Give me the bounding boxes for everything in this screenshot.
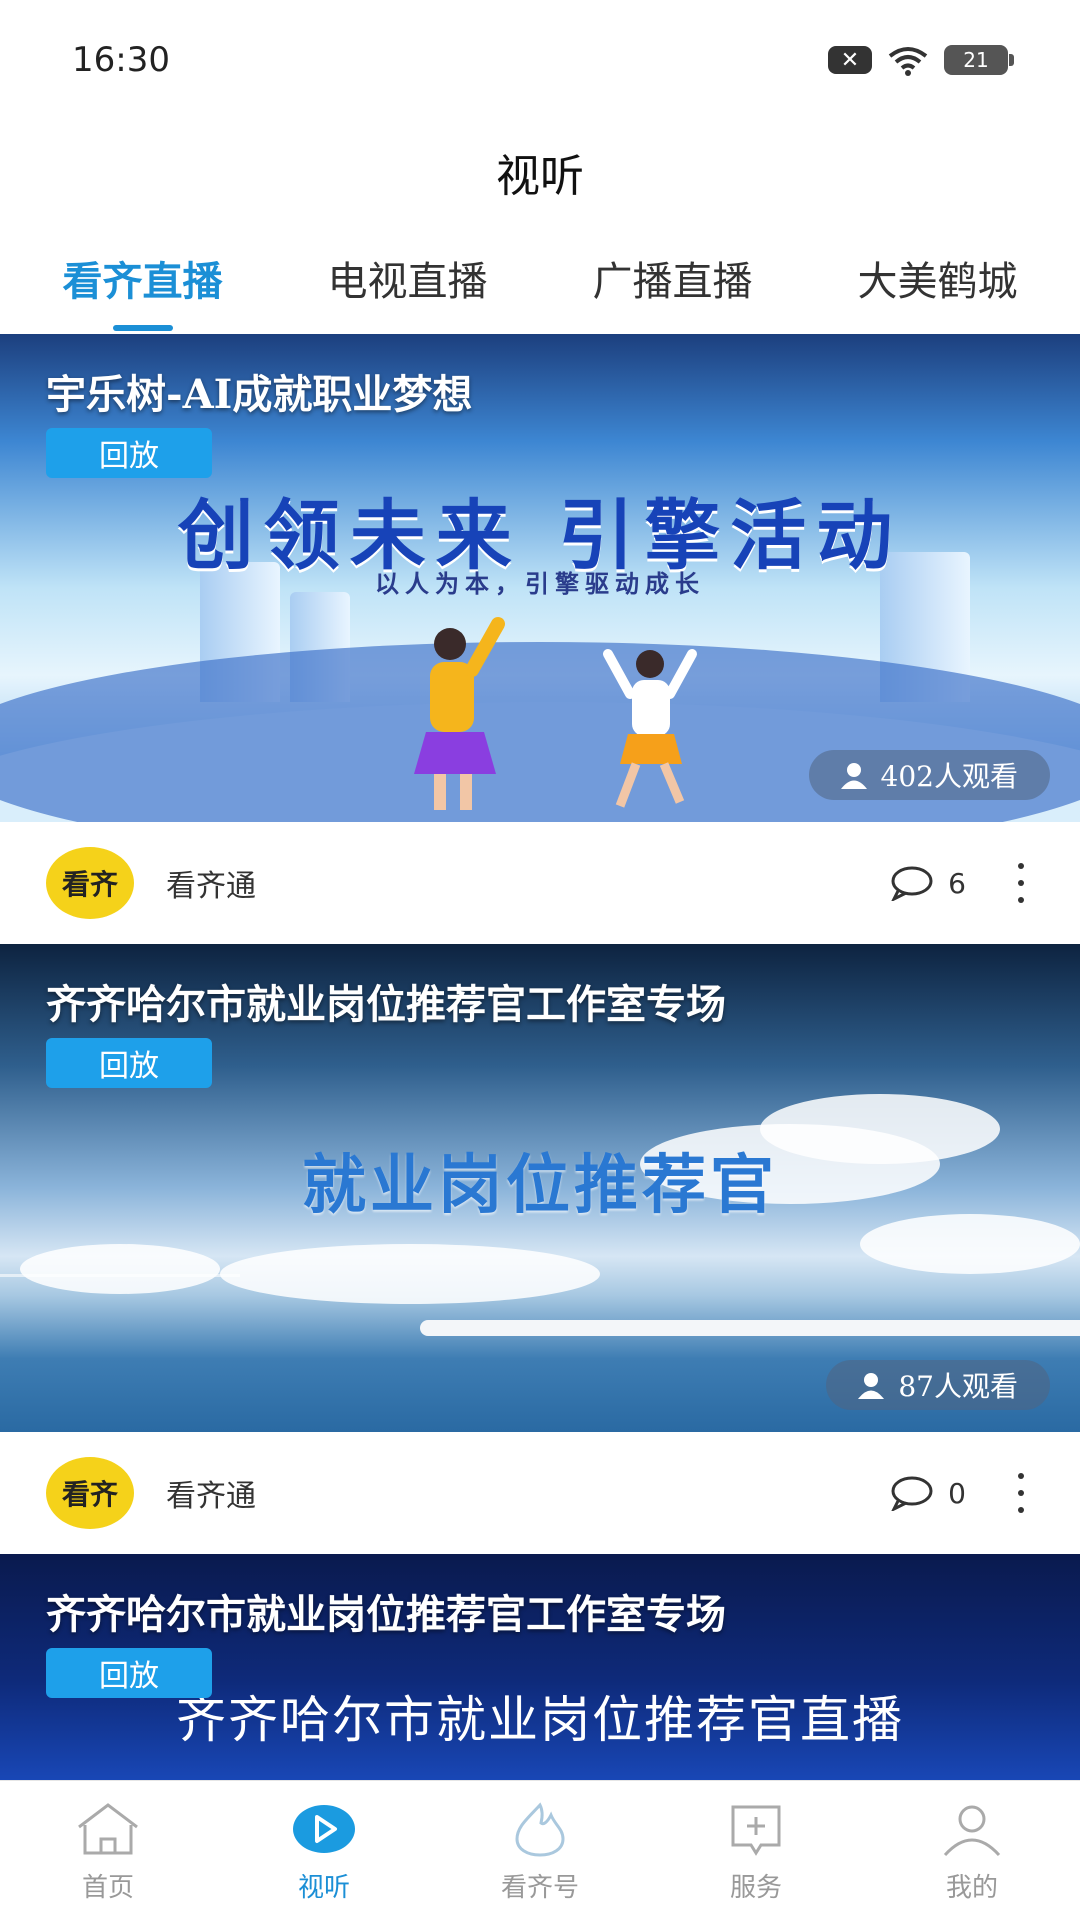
replay-badge: 回放 xyxy=(46,1648,212,1698)
wifi-icon xyxy=(888,47,928,76)
comment-count: 6 xyxy=(948,866,966,900)
nav-label: 看齐号 xyxy=(500,1873,579,1903)
channel-tabs: 看齐直播 电视直播 广播直播 大美鹤城 xyxy=(0,248,1080,332)
video-card: 创领未来 引擎活动 以人为本，引擎驱动成长 宇乐树-AI成就职业梦想 回放 40… xyxy=(0,334,1080,944)
more-options-icon[interactable] xyxy=(1016,863,1026,903)
comment-icon xyxy=(891,1476,933,1511)
video-card: 齐齐哈尔市就业岗位推荐官直播 齐齐哈尔市就业岗位推荐官工作室专场 回放 xyxy=(0,1554,1080,1784)
comment-button[interactable]: 0 xyxy=(890,1475,966,1511)
nav-home[interactable]: 首页 xyxy=(28,1799,188,1904)
page-title: 视听 xyxy=(496,151,584,202)
notification-muted-icon: ✕ xyxy=(828,46,872,74)
nav-kanqi-hao[interactable]: 看齐号 xyxy=(460,1799,620,1904)
nav-mine[interactable]: 我的 xyxy=(892,1799,1052,1904)
nav-label: 首页 xyxy=(81,1873,134,1903)
figure-illustration xyxy=(414,617,505,810)
user-icon xyxy=(937,1799,1007,1859)
publisher-avatar[interactable]: 看齐 xyxy=(46,847,134,919)
play-icon xyxy=(289,1799,359,1859)
tab-damei-hecheng[interactable]: 大美鹤城 xyxy=(858,249,1018,331)
video-title[interactable]: 齐齐哈尔市就业岗位推荐官工作室专场 xyxy=(46,972,726,1030)
train-shape xyxy=(420,1320,1080,1336)
nav-label: 我的 xyxy=(945,1873,998,1903)
status-time: 16:30 xyxy=(72,40,170,80)
viewer-count: 87人观看 xyxy=(898,1370,1018,1403)
thumbnail-headline: 就业岗位推荐官 xyxy=(302,1149,778,1223)
video-thumbnail[interactable]: 创领未来 引擎活动 以人为本，引擎驱动成长 宇乐树-AI成就职业梦想 回放 40… xyxy=(0,334,1080,822)
battery-level: 21 xyxy=(963,48,989,72)
video-thumbnail[interactable]: 就业岗位推荐官 齐齐哈尔市就业岗位推荐官工作室专场 回放 87人观看 xyxy=(0,944,1080,1432)
replay-badge: 回放 xyxy=(46,428,212,478)
comment-button[interactable]: 6 xyxy=(890,865,966,901)
nav-audiovisual[interactable]: 视听 xyxy=(244,1799,404,1904)
thumbnail-subheadline: 以人为本，引擎驱动成长 xyxy=(375,570,705,598)
publisher-name[interactable]: 看齐通 xyxy=(166,861,256,905)
video-title[interactable]: 齐齐哈尔市就业岗位推荐官工作室专场 xyxy=(46,1582,726,1640)
person-icon xyxy=(840,763,867,789)
tab-radio-live[interactable]: 广播直播 xyxy=(593,249,753,331)
replay-badge: 回放 xyxy=(46,1038,212,1088)
comment-count: 0 xyxy=(948,1476,966,1510)
status-bar: 16:30 ✕ 21 xyxy=(0,0,1080,120)
nav-label: 视听 xyxy=(297,1873,350,1903)
home-icon xyxy=(73,1799,143,1859)
card-footer: 看齐 看齐通 6 xyxy=(0,822,1080,944)
video-thumbnail[interactable]: 齐齐哈尔市就业岗位推荐官直播 齐齐哈尔市就业岗位推荐官工作室专场 回放 xyxy=(0,1554,1080,1784)
card-footer: 看齐 看齐通 0 xyxy=(0,1432,1080,1554)
avatar-text: 看齐 xyxy=(61,868,118,901)
tab-tv-live[interactable]: 电视直播 xyxy=(328,249,488,331)
publisher-name[interactable]: 看齐通 xyxy=(166,1471,256,1515)
video-title[interactable]: 宇乐树-AI成就职业梦想 xyxy=(46,362,472,420)
status-icons: ✕ 21 xyxy=(828,44,1014,76)
figure-illustration xyxy=(603,649,697,808)
comment-icon xyxy=(891,866,933,901)
video-card: 就业岗位推荐官 齐齐哈尔市就业岗位推荐官工作室专场 回放 87人观看 看齐 看齐… xyxy=(0,944,1080,1554)
bridge-shape xyxy=(0,1274,240,1354)
service-icon xyxy=(721,1799,791,1859)
flame-icon xyxy=(505,1799,575,1859)
nav-service[interactable]: 服务 xyxy=(676,1799,836,1904)
cloud-shape xyxy=(220,1244,600,1304)
publisher-avatar[interactable]: 看齐 xyxy=(46,1457,134,1529)
battery-icon: 21 xyxy=(944,45,1014,75)
viewer-count-pill: 87人观看 xyxy=(826,1360,1050,1410)
viewer-count: 402人观看 xyxy=(880,760,1018,793)
tab-kanqi-live[interactable]: 看齐直播 xyxy=(63,249,223,331)
person-icon xyxy=(858,1373,885,1399)
viewer-count-pill: 402人观看 xyxy=(808,750,1050,800)
avatar-text: 看齐 xyxy=(61,1478,118,1511)
more-options-icon[interactable] xyxy=(1016,1473,1026,1513)
nav-label: 服务 xyxy=(729,1873,782,1903)
bottom-nav: 首页 视听 看齐号 服务 我的 xyxy=(0,1780,1080,1920)
